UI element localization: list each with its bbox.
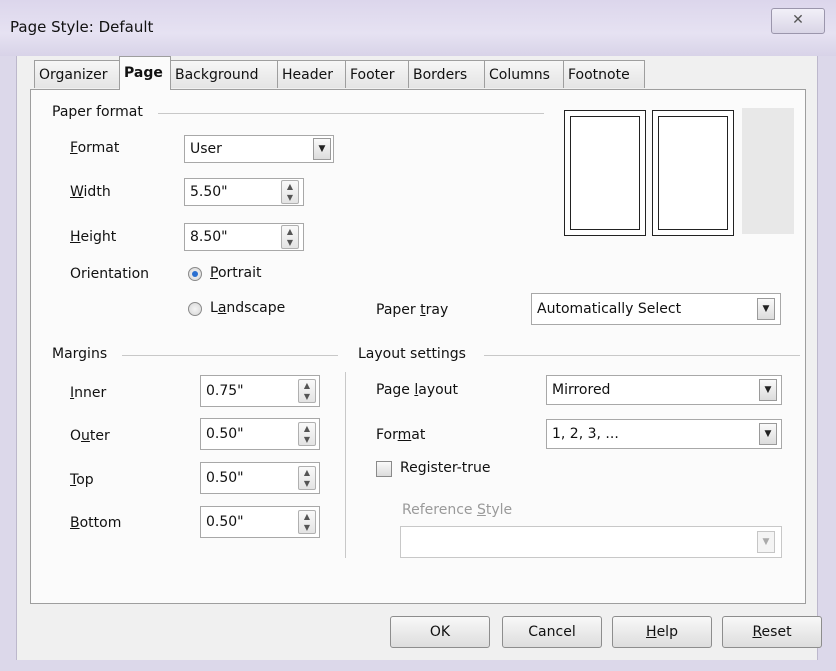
format-label: Format — [70, 140, 120, 156]
page-layout-value: Mirrored — [552, 382, 611, 398]
paper-format-heading: Paper format — [52, 104, 143, 120]
page-layout-label: Page layout — [376, 382, 459, 398]
bottom-spinner[interactable]: ▲ ▼ — [298, 510, 316, 534]
margins-separator — [122, 355, 338, 356]
portrait-radio[interactable] — [188, 267, 202, 281]
page-layout-dropdown[interactable]: Mirrored — [546, 375, 782, 405]
reference-style-dropdown[interactable] — [400, 526, 782, 558]
layout-format-value: 1, 2, 3, ... — [552, 426, 619, 442]
reference-style-dropdown-button[interactable]: ▼ — [757, 531, 775, 553]
tab-footnote[interactable]: Footnote — [563, 60, 645, 88]
format-dropdown[interactable]: User — [184, 135, 334, 163]
reset-button[interactable]: Reset — [722, 616, 822, 648]
layout-settings-heading: Layout settings — [358, 346, 466, 362]
outer-spinner[interactable]: ▲ ▼ — [298, 422, 316, 446]
preview-right-page — [652, 110, 734, 236]
tab-background[interactable]: Background — [170, 60, 278, 88]
height-label: Height — [70, 229, 117, 245]
width-value: 5.50" — [190, 184, 228, 200]
width-spinner[interactable]: ▲ ▼ — [281, 180, 299, 204]
portrait-label[interactable]: Portrait — [210, 265, 261, 281]
ok-button[interactable]: OK — [390, 616, 490, 648]
tab-columns[interactable]: Columns — [484, 60, 564, 88]
top-label: Top — [70, 472, 94, 488]
tab-page[interactable]: Page — [119, 56, 171, 90]
inner-label: Inner — [70, 385, 107, 401]
height-spinner[interactable]: ▲ ▼ — [281, 225, 299, 249]
tab-footer[interactable]: Footer — [345, 60, 409, 88]
chevron-down-icon: ▼ — [318, 144, 326, 154]
paper-tray-value: Automatically Select — [537, 301, 682, 317]
layout-settings-separator — [484, 355, 800, 356]
top-value: 0.50" — [206, 470, 244, 486]
preview-left-page — [564, 110, 646, 236]
chevron-down-icon: ▼ — [762, 537, 770, 547]
preview-background — [742, 108, 794, 234]
orientation-label: Orientation — [70, 266, 150, 282]
paper-tray-dropdown-button[interactable]: ▼ — [757, 298, 775, 320]
landscape-label[interactable]: Landscape — [210, 300, 285, 316]
margins-heading: Margins — [52, 346, 108, 362]
help-button[interactable]: Help — [612, 616, 712, 648]
bottom-value: 0.50" — [206, 514, 244, 530]
window-title: Page Style: Default — [10, 18, 154, 36]
paper-format-separator — [158, 113, 544, 114]
inner-spinner[interactable]: ▲ ▼ — [298, 379, 316, 403]
layout-format-label: Format — [376, 427, 426, 443]
tab-header[interactable]: Header — [277, 60, 346, 88]
format-value: User — [190, 141, 222, 157]
register-true-checkbox[interactable] — [376, 461, 392, 477]
bottom-label: Bottom — [70, 515, 122, 531]
reference-style-label: Reference Style — [402, 502, 513, 518]
chevron-down-icon: ▼ — [764, 385, 772, 395]
cancel-button[interactable]: Cancel — [502, 616, 602, 648]
paper-tray-label: Paper tray — [376, 302, 449, 318]
outer-label: Outer — [70, 428, 110, 444]
landscape-radio[interactable] — [188, 302, 202, 316]
tab-organizer[interactable]: Organizer — [34, 60, 120, 88]
register-true-label[interactable]: Register-true — [400, 460, 491, 476]
close-button[interactable]: ✕ — [771, 8, 825, 34]
paper-tray-dropdown[interactable]: Automatically Select — [531, 293, 781, 325]
chevron-down-icon: ▼ — [762, 304, 770, 314]
page-layout-dropdown-button[interactable]: ▼ — [759, 379, 777, 401]
layout-format-dropdown-button[interactable]: ▼ — [759, 423, 777, 445]
chevron-down-icon: ▼ — [764, 429, 772, 439]
vertical-separator — [345, 372, 346, 558]
top-spinner[interactable]: ▲ ▼ — [298, 466, 316, 490]
layout-format-dropdown[interactable]: 1, 2, 3, ... — [546, 419, 782, 449]
format-dropdown-button[interactable]: ▼ — [313, 138, 331, 160]
inner-value: 0.75" — [206, 383, 244, 399]
width-label: Width — [70, 184, 111, 200]
tab-borders[interactable]: Borders — [408, 60, 485, 88]
close-icon: ✕ — [792, 12, 804, 28]
outer-value: 0.50" — [206, 426, 244, 442]
height-value: 8.50" — [190, 229, 228, 245]
